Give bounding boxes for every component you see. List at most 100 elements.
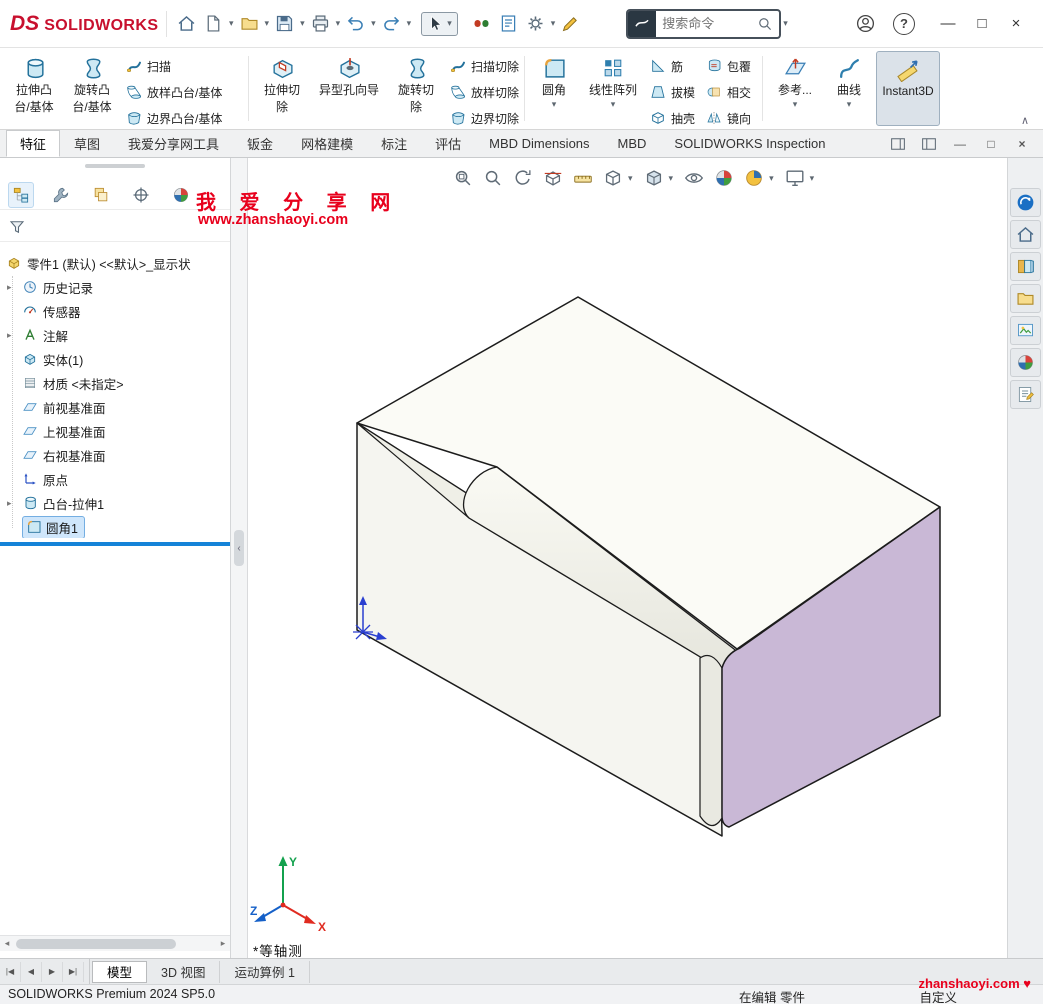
- ribbon-button-hole-wizard[interactable]: 异型孔向导: [314, 51, 384, 126]
- tree-item-material[interactable]: 材质 <未指定>: [0, 372, 230, 394]
- tab-scroll-prev-button[interactable]: ◀: [21, 962, 42, 982]
- ribbon-collapse-icon[interactable]: ∧: [1021, 114, 1029, 127]
- chevron-down-icon[interactable]: ▾: [445, 18, 454, 29]
- open-button[interactable]: [236, 10, 263, 37]
- expand-arrow-icon[interactable]: ▸: [7, 330, 12, 341]
- doc-minimize-button[interactable]: —: [949, 133, 971, 155]
- scroll-right-icon[interactable]: ▸: [216, 938, 230, 949]
- task-pane-file-explorer-button[interactable]: [1010, 284, 1041, 313]
- addins-button[interactable]: [468, 10, 495, 37]
- select-tool-button[interactable]: ▾: [421, 12, 458, 36]
- tree-item-history[interactable]: ▸ 历史记录: [0, 276, 230, 298]
- ribbon-button-boundary-cut[interactable]: 边界切除: [450, 106, 519, 130]
- zoom-fit-button[interactable]: [452, 167, 474, 189]
- chevron-down-icon[interactable]: ▾: [626, 173, 635, 184]
- markup-button[interactable]: [557, 10, 584, 37]
- tree-item-solid-bodies[interactable]: 实体(1): [0, 348, 230, 370]
- panel-grip[interactable]: [85, 164, 145, 168]
- undo-button[interactable]: [342, 10, 369, 37]
- help-button[interactable]: ?: [893, 13, 915, 35]
- chevron-down-icon[interactable]: ▾: [793, 100, 798, 109]
- task-pane-design-library-button[interactable]: [1010, 252, 1041, 281]
- tree-root-part[interactable]: 零件1 (默认) <<默认>_显示状: [0, 252, 230, 274]
- tab-model[interactable]: 模型: [92, 961, 147, 983]
- view-settings-button[interactable]: ▾: [784, 167, 817, 189]
- tab-sketch[interactable]: 草图: [60, 130, 114, 157]
- tree-item-fillet1[interactable]: 圆角1: [0, 516, 230, 538]
- ribbon-button-mirror[interactable]: 镜向: [706, 106, 751, 130]
- chevron-down-icon[interactable]: ▾: [334, 18, 343, 29]
- chevron-down-icon[interactable]: ▾: [227, 18, 236, 29]
- view-orientation-button[interactable]: ▾: [602, 167, 635, 189]
- section-view-button[interactable]: [542, 167, 564, 189]
- tree-item-right-plane[interactable]: 右视基准面: [0, 444, 230, 466]
- print-button[interactable]: [307, 10, 334, 37]
- task-pane-home-button[interactable]: [1010, 220, 1041, 249]
- tab-scroll-first-button[interactable]: |◀: [0, 962, 21, 982]
- tab-mbd[interactable]: MBD: [604, 130, 661, 157]
- expand-arrow-icon[interactable]: ▸: [7, 498, 12, 509]
- scrollbar-thumb[interactable]: [16, 939, 176, 949]
- redo-button[interactable]: [378, 10, 405, 37]
- tab-motion-study-1[interactable]: 运动算例 1: [220, 961, 309, 983]
- tab-solidworks-inspection[interactable]: SOLIDWORKS Inspection: [660, 130, 839, 157]
- search-input[interactable]: [656, 16, 756, 31]
- tree-item-boss-extrude1[interactable]: ▸ 凸台-拉伸1: [0, 492, 230, 514]
- ribbon-button-fillet[interactable]: 圆角 ▾: [530, 51, 578, 126]
- ribbon-button-wrap[interactable]: 包覆: [706, 54, 751, 78]
- ribbon-button-linear-pattern[interactable]: 线性阵列 ▾: [582, 51, 644, 126]
- model-canvas[interactable]: Y X Z: [248, 158, 1007, 958]
- task-pane-custom-properties-button[interactable]: [1010, 380, 1041, 409]
- command-search-box[interactable]: [626, 9, 781, 39]
- graphics-viewport[interactable]: Y X Z ▾ ▾ ▾ ▾ *等轴测: [248, 158, 1007, 958]
- doc-restore-button[interactable]: □: [980, 133, 1002, 155]
- tree-item-annotations[interactable]: ▸ 注解: [0, 324, 230, 346]
- chevron-down-icon[interactable]: ▾: [263, 18, 272, 29]
- tab-3d-views[interactable]: 3D 视图: [147, 961, 220, 983]
- new-document-button[interactable]: [200, 10, 227, 37]
- document-properties-button[interactable]: [495, 10, 522, 37]
- scrollbar-track[interactable]: [14, 938, 216, 950]
- chevron-down-icon[interactable]: ▾: [298, 18, 307, 29]
- scroll-left-icon[interactable]: ◂: [0, 938, 14, 949]
- window-minimize-button[interactable]: —: [931, 9, 965, 39]
- rollback-bar[interactable]: [0, 542, 230, 546]
- ribbon-button-extruded-cut[interactable]: 拉伸切 除: [254, 51, 310, 126]
- apply-scene-button[interactable]: ▾: [743, 167, 776, 189]
- ribbon-button-instant3d[interactable]: Instant3D: [876, 51, 940, 126]
- chevron-down-icon[interactable]: ▾: [611, 100, 616, 109]
- ribbon-button-revolved-cut[interactable]: 旋转切 除: [388, 51, 444, 126]
- ribbon-button-swept-cut[interactable]: 扫描切除: [450, 54, 519, 78]
- model-corner-fillet-face[interactable]: [700, 656, 722, 826]
- measure-button[interactable]: [572, 167, 594, 189]
- ribbon-button-shell[interactable]: 抽壳: [650, 106, 695, 130]
- options-button[interactable]: [522, 10, 549, 37]
- selected-tree-item[interactable]: 圆角1: [22, 516, 85, 538]
- ribbon-button-rib[interactable]: 筋: [650, 54, 683, 78]
- zoom-area-button[interactable]: [482, 167, 504, 189]
- task-pane-appearances-button[interactable]: [1010, 348, 1041, 377]
- task-pane-view-palette-button[interactable]: [1010, 316, 1041, 345]
- display-style-button[interactable]: ▾: [643, 167, 676, 189]
- dimxpert-manager-tab[interactable]: [128, 182, 154, 208]
- ribbon-button-extruded-boss-base[interactable]: 拉伸凸 台/基体: [6, 51, 62, 126]
- chevron-down-icon[interactable]: ▾: [781, 18, 790, 29]
- panel-collapse-handle[interactable]: ‹: [234, 530, 244, 566]
- window-maximize-button[interactable]: □: [965, 9, 999, 39]
- home-button[interactable]: [173, 10, 200, 37]
- chevron-down-icon[interactable]: ▾: [767, 173, 776, 184]
- configuration-manager-tab[interactable]: [88, 182, 114, 208]
- ribbon-button-revolved-boss-base[interactable]: 旋转凸 台/基体: [64, 51, 120, 126]
- ribbon-button-boundary-boss-base[interactable]: 边界凸台/基体: [126, 106, 222, 130]
- window-close-button[interactable]: ×: [999, 9, 1033, 39]
- display-manager-tab[interactable]: [168, 182, 194, 208]
- chevron-down-icon[interactable]: ▾: [405, 18, 414, 29]
- tab-features[interactable]: 特征: [6, 130, 60, 157]
- chevron-down-icon[interactable]: ▾: [369, 18, 378, 29]
- chevron-down-icon[interactable]: ▾: [808, 173, 817, 184]
- pane-right-icon[interactable]: [918, 133, 940, 155]
- tab-mesh-modeling[interactable]: 网格建模: [287, 130, 367, 157]
- ribbon-button-lofted-boss-base[interactable]: 放样凸台/基体: [126, 80, 222, 104]
- tab-scroll-last-button[interactable]: ▶|: [63, 962, 84, 982]
- ribbon-button-curves[interactable]: 曲线 ▾: [826, 51, 872, 126]
